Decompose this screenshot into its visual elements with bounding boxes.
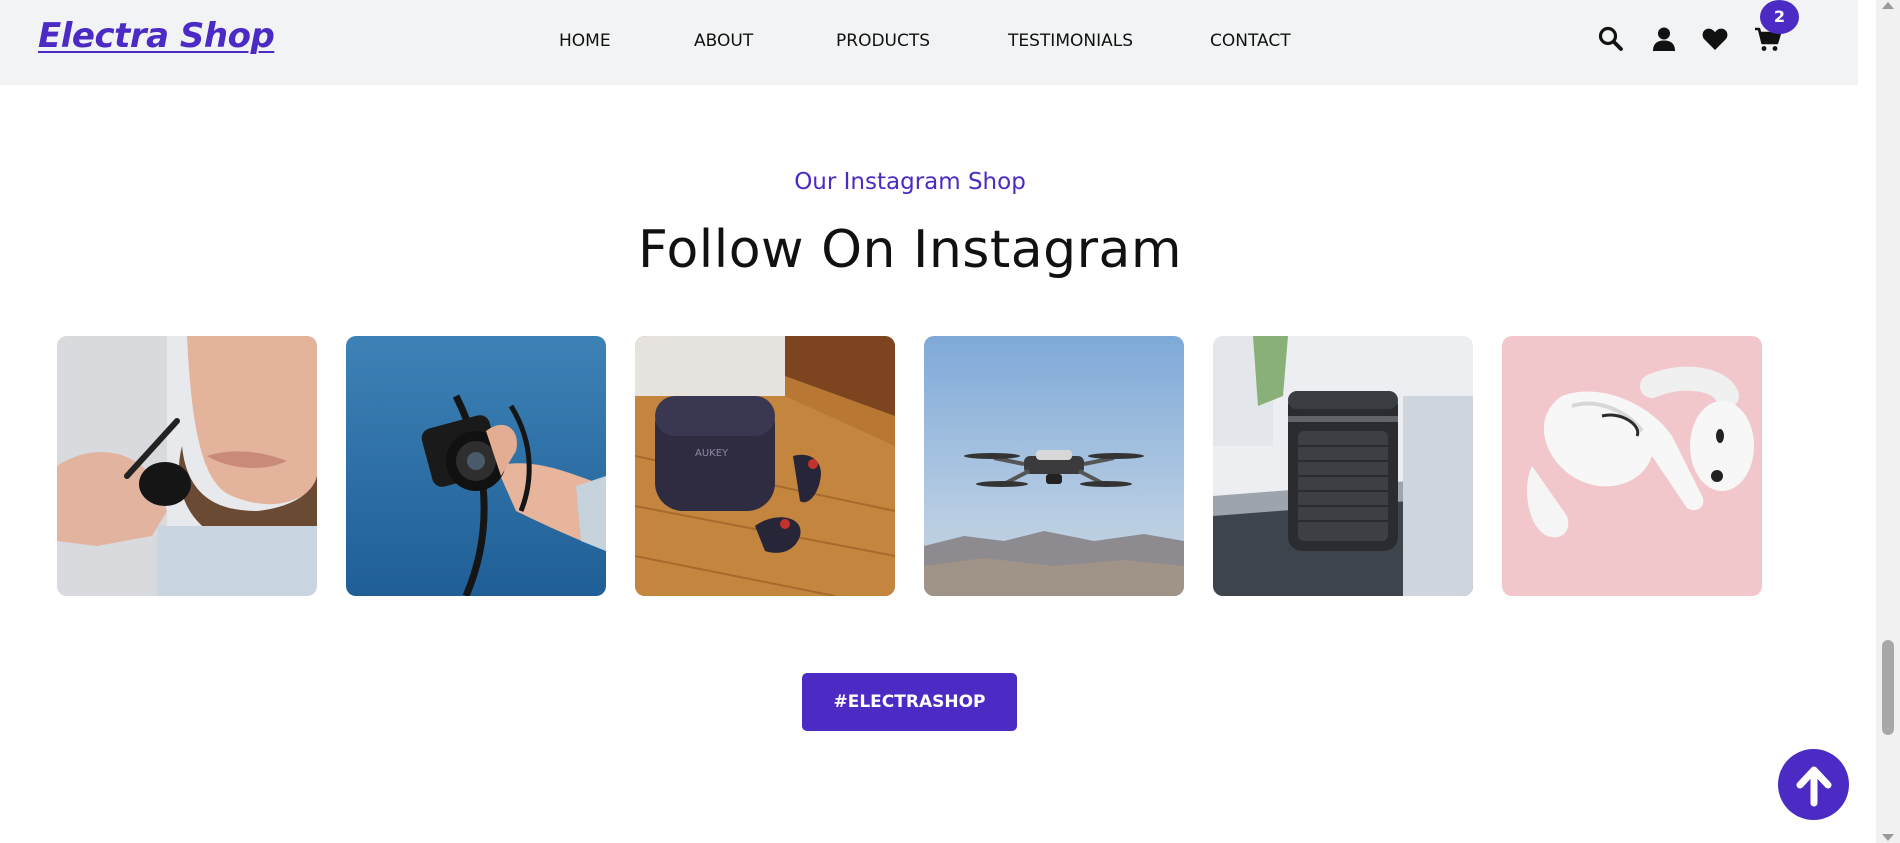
section-eyebrow: Our Instagram Shop (794, 169, 1026, 195)
nav-products[interactable]: PRODUCTS (836, 31, 930, 51)
scroll-up-arrow-icon[interactable] (1882, 2, 1894, 9)
nav-testimonials[interactable]: TESTIMONIALS (1008, 31, 1133, 51)
instagram-photo-camera[interactable] (346, 336, 606, 596)
nav-home[interactable]: HOME (559, 31, 611, 51)
back-to-top-button[interactable] (1778, 749, 1849, 820)
heart-icon[interactable] (1701, 25, 1729, 53)
scrollbar-thumb[interactable] (1882, 640, 1894, 735)
hashtag-button[interactable]: #ELECTRASHOP (802, 673, 1017, 731)
section-title: Follow On Instagram (637, 220, 1183, 280)
navbar: Electra Shop HOME ABOUT PRODUCTS TESTIMO… (0, 0, 1858, 85)
nav-about[interactable]: ABOUT (694, 31, 753, 51)
page: Electra Shop HOME ABOUT PRODUCTS TESTIMO… (0, 0, 1900, 843)
case-brand-text: AUKEY (695, 448, 729, 459)
instagram-photo-earbuds-case[interactable]: AUKEY (635, 336, 895, 596)
brand-logo-link[interactable]: Electra Shop (38, 16, 275, 56)
arrow-up-icon (1796, 766, 1831, 806)
scroll-down-arrow-icon[interactable] (1882, 834, 1894, 841)
search-icon[interactable] (1597, 25, 1625, 53)
user-icon[interactable] (1650, 25, 1678, 53)
instagram-photo-drone[interactable] (924, 336, 1184, 596)
cart-count-badge: 2 (1760, 0, 1799, 34)
instagram-photo-headset[interactable] (57, 336, 317, 596)
instagram-photo-speaker[interactable] (1213, 336, 1473, 596)
instagram-photo-white-earbuds[interactable] (1502, 336, 1762, 596)
nav-contact[interactable]: CONTACT (1210, 31, 1291, 51)
vertical-scrollbar[interactable] (1876, 0, 1900, 843)
